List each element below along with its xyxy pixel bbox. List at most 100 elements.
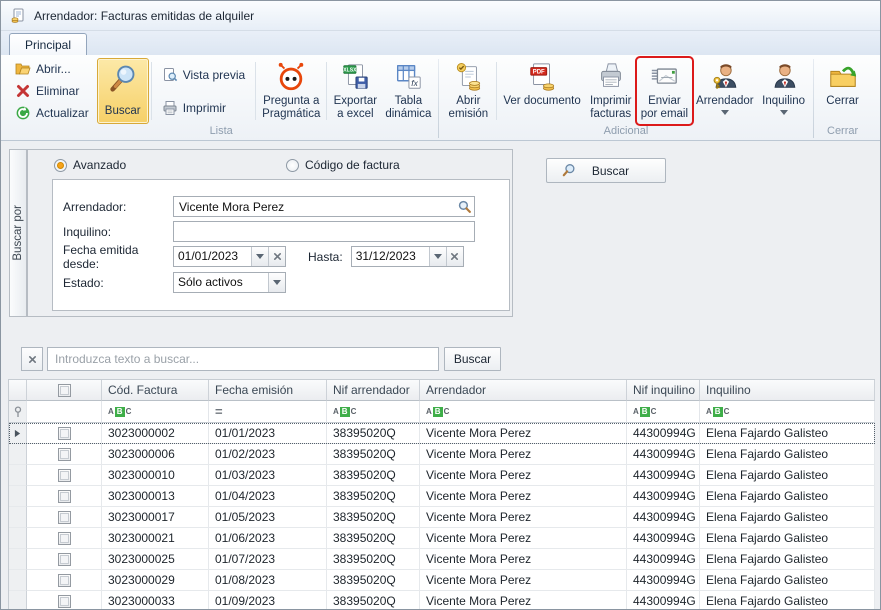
- table-row[interactable]: 302300001301/04/202338395020QVicente Mor…: [9, 486, 875, 507]
- table-row[interactable]: 302300002501/07/202338395020QVicente Mor…: [9, 549, 875, 570]
- radio-avanzado[interactable]: [54, 159, 67, 172]
- row-checkbox[interactable]: [58, 574, 71, 587]
- lookup-icon[interactable]: [457, 199, 472, 214]
- ribbon-button-tabla-dinamica-label: Tabladinámica: [385, 95, 431, 121]
- column-header-inquilino[interactable]: Inquilino: [700, 380, 875, 401]
- row-checkbox[interactable]: [58, 427, 71, 440]
- ribbon-button-cerrar[interactable]: Cerrar: [817, 58, 869, 124]
- row-select-cell[interactable]: [27, 465, 102, 486]
- ribbon-button-vista-previa[interactable]: Vista previa: [156, 65, 251, 85]
- ribbon-button-inquilino-menu[interactable]: Inquilino: [758, 58, 810, 124]
- chevron-down-icon[interactable]: [268, 273, 285, 292]
- equals-filter-icon: =: [215, 404, 223, 419]
- ribbon-button-actualizar[interactable]: Actualizar: [9, 103, 95, 123]
- filter-cell-nif-inquilino[interactable]: ABC: [627, 401, 700, 423]
- clear-hasta-button[interactable]: [446, 247, 463, 266]
- ribbon-button-abrir-emision[interactable]: Abriremisión: [442, 58, 494, 124]
- table-row[interactable]: 302300000201/01/202338395020QVicente Mor…: [9, 423, 875, 444]
- search-form-buscar-button[interactable]: Buscar: [546, 158, 666, 183]
- hasta-combo[interactable]: 31/12/2023: [351, 246, 464, 267]
- row-checkbox[interactable]: [58, 448, 71, 461]
- row-indicator: [9, 549, 27, 570]
- row-select-cell[interactable]: [27, 591, 102, 610]
- fecha-desde-combo[interactable]: 01/01/2023: [173, 246, 286, 267]
- radio-codigo-factura-label: Código de factura: [305, 158, 400, 172]
- row-checkbox[interactable]: [58, 595, 71, 608]
- cell-inquilino: Elena Fajardo Galisteo: [700, 591, 875, 610]
- row-checkbox[interactable]: [58, 511, 71, 524]
- filter-cell-fecha-emision[interactable]: =: [209, 401, 327, 423]
- ribbon-button-imprimir[interactable]: Imprimir: [156, 98, 251, 118]
- row-select-cell[interactable]: [27, 423, 102, 444]
- ribbon-button-arrendador-menu[interactable]: Arrendador: [692, 58, 758, 124]
- ribbon: Abrir...EliminarActualizarBuscar Vista pr…: [1, 55, 880, 141]
- find-input[interactable]: [47, 347, 439, 371]
- row-checkbox[interactable]: [58, 553, 71, 566]
- row-select-cell[interactable]: [27, 507, 102, 528]
- radio-codigo-factura[interactable]: [286, 159, 299, 172]
- print-preview-icon: [162, 67, 178, 83]
- row-checkbox[interactable]: [58, 490, 71, 503]
- chevron-down-icon[interactable]: [251, 247, 268, 266]
- select-all-checkbox[interactable]: [58, 384, 71, 397]
- row-checkbox[interactable]: [58, 532, 71, 545]
- ribbon-button-imprimir-facturas[interactable]: Imprimirfacturas: [585, 58, 637, 124]
- cell-fecha-emision: 01/07/2023: [209, 549, 327, 570]
- row-select-cell[interactable]: [27, 528, 102, 549]
- clear-fecha-desde-button[interactable]: [268, 247, 285, 266]
- estado-combo[interactable]: Sólo activos: [173, 272, 286, 293]
- excel-export-icon: XLSX: [340, 62, 370, 92]
- cell-fecha-emision: 01/09/2023: [209, 591, 327, 610]
- cell-cod-factura: 3023000017: [102, 507, 209, 528]
- filter-cell-cod-factura[interactable]: ABC: [102, 401, 209, 423]
- ribbon-tab-strip: Principal: [1, 31, 880, 55]
- ribbon-button-arrendador-menu-label: Arrendador: [696, 95, 754, 108]
- ribbon-button-tabla-dinamica[interactable]: fxTabladinámica: [381, 58, 435, 124]
- row-checkbox[interactable]: [58, 469, 71, 482]
- filter-cell-select[interactable]: [27, 401, 102, 423]
- chevron-down-icon[interactable]: [429, 247, 446, 266]
- table-row[interactable]: 302300001701/05/202338395020QVicente Mor…: [9, 507, 875, 528]
- ribbon-button-eliminar[interactable]: Eliminar: [9, 81, 95, 101]
- table-row[interactable]: 302300000601/02/202338395020QVicente Mor…: [9, 444, 875, 465]
- table-row[interactable]: 302300001001/03/202338395020QVicente Mor…: [9, 465, 875, 486]
- column-header-select-all[interactable]: [27, 380, 102, 401]
- cell-nif-inquilino: 44300994G: [627, 570, 700, 591]
- arrendador-input[interactable]: [173, 196, 475, 217]
- table-row[interactable]: 302300003301/09/202338395020QVicente Mor…: [9, 591, 875, 610]
- row-select-cell[interactable]: [27, 570, 102, 591]
- radio-option-codigo-factura[interactable]: Código de factura: [286, 158, 400, 172]
- cell-arrendador: Vicente Mora Perez: [420, 423, 627, 444]
- ribbon-button-abrir[interactable]: Abrir...: [9, 59, 95, 79]
- column-header-nif-inquilino[interactable]: Nif inquilino: [627, 380, 700, 401]
- column-header-fecha-emision[interactable]: Fecha emisión: [209, 380, 327, 401]
- cell-inquilino: Elena Fajardo Galisteo: [700, 444, 875, 465]
- table-row[interactable]: 302300002101/06/202338395020QVicente Mor…: [9, 528, 875, 549]
- find-clear-button[interactable]: [21, 347, 43, 371]
- column-header-arrendador[interactable]: Arrendador: [420, 380, 627, 401]
- filter-cell-nif-arrendador[interactable]: ABC: [327, 401, 420, 423]
- ribbon-button-enviar-por-email[interactable]: Enviarpor email: [637, 58, 692, 124]
- cell-inquilino: Elena Fajardo Galisteo: [700, 528, 875, 549]
- row-select-cell[interactable]: [27, 549, 102, 570]
- filter-cell-arrendador[interactable]: ABC: [420, 401, 627, 423]
- row-select-cell[interactable]: [27, 444, 102, 465]
- column-header-cod-factura[interactable]: Cód. Factura: [102, 380, 209, 401]
- ribbon-separator: [496, 62, 497, 120]
- ribbon-button-exportar-a-excel[interactable]: XLSXExportara excel: [329, 58, 381, 124]
- radio-option-avanzado[interactable]: Avanzado: [54, 158, 126, 172]
- inquilino-input[interactable]: [173, 221, 475, 242]
- printer-icon: [162, 100, 178, 116]
- search-side-tab[interactable]: Buscar por: [9, 149, 27, 317]
- ribbon-button-buscar[interactable]: Buscar: [97, 58, 149, 124]
- find-buscar-button[interactable]: Buscar: [444, 347, 501, 371]
- row-select-cell[interactable]: [27, 486, 102, 507]
- tab-principal[interactable]: Principal: [9, 33, 87, 55]
- search-small-icon: [561, 163, 576, 178]
- invoice-grid: Cód. FacturaFecha emisiónNif arrendadorA…: [8, 379, 875, 609]
- ribbon-button-ver-documento[interactable]: PDFVer documento: [499, 58, 584, 124]
- filter-cell-inquilino[interactable]: ABC: [700, 401, 875, 423]
- table-row[interactable]: 302300002901/08/202338395020QVicente Mor…: [9, 570, 875, 591]
- ribbon-button-pregunta-a-pragmatica[interactable]: Pregunta aPragmática: [258, 58, 324, 124]
- column-header-nif-arrendador[interactable]: Nif arrendador: [327, 380, 420, 401]
